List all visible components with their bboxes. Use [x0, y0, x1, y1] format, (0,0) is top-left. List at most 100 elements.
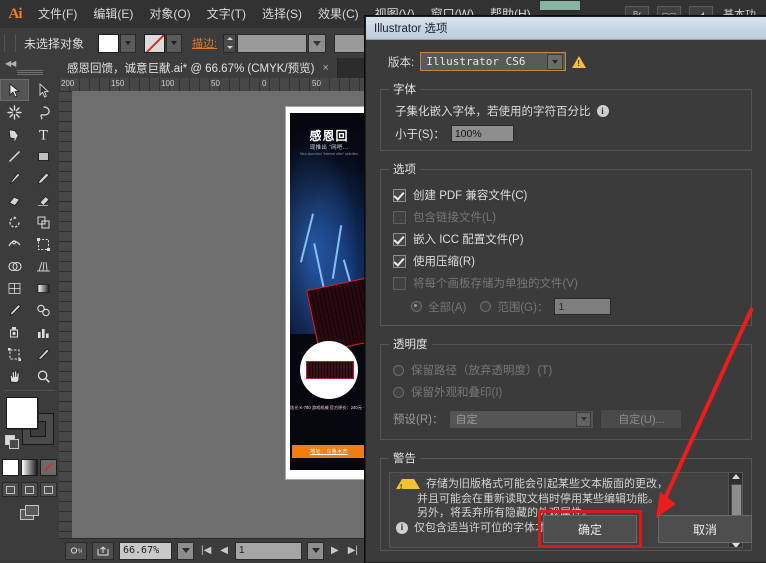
gradient-tool[interactable] [29, 277, 58, 299]
artboard[interactable]: 感恩回 现推出 “网吧... New launched "Internet af… [285, 106, 373, 480]
drawing-mode-behind-icon[interactable] [21, 482, 38, 497]
direct-selection-tool[interactable] [29, 79, 58, 101]
warning-line-1: 存储为旧版格式可能会引起某些文本版面的更改， [396, 477, 736, 496]
drawing-mode-inside-icon[interactable] [40, 482, 57, 497]
free-transform-tool[interactable] [29, 233, 58, 255]
control-bar-grip[interactable] [4, 34, 16, 52]
shape-builder-tool[interactable] [0, 255, 29, 277]
menu-file[interactable]: 文件(F) [30, 1, 85, 27]
line-segment-tool[interactable] [0, 145, 29, 167]
radio-range-icon [480, 301, 492, 312]
less-than-row: 小于(S)： 100% [395, 125, 743, 142]
color-mode-flat-icon[interactable] [2, 459, 19, 476]
menu-select[interactable]: 选择(S) [254, 1, 310, 27]
rectangle-tool[interactable] [29, 145, 58, 167]
toolbox-collapse-button[interactable]: ◀◀ [0, 58, 59, 68]
radio-preserve-paths: 保留路径（放弃透明度）(T) [393, 362, 743, 378]
checkbox-label: 将每个画板存储为单独的文件(V) [413, 278, 578, 290]
illustrator-options-dialog: Illustrator 选项 版本: Illustrator CS6 字体 子集… [365, 16, 766, 563]
column-graph-tool[interactable] [29, 321, 58, 343]
version-select[interactable]: Illustrator CS6 [420, 52, 567, 71]
prev-artboard-button[interactable]: ◀ [218, 545, 230, 556]
artboard-number-field[interactable]: 1 [235, 541, 302, 560]
magic-wand-tool[interactable] [0, 101, 29, 123]
pen-tool[interactable] [0, 123, 29, 145]
toolbox-divider [4, 390, 55, 391]
stroke-dropdown-button[interactable] [166, 33, 183, 53]
checkbox-create-pdf-compatible[interactable]: 创建 PDF 兼容文件(C) [393, 187, 743, 203]
stroke-weight-stepper[interactable] [223, 33, 237, 53]
first-artboard-button[interactable]: |◀ [199, 545, 213, 556]
scale-tool[interactable] [29, 211, 58, 233]
rotate-tool[interactable] [0, 211, 29, 233]
fill-dropdown-button[interactable] [120, 33, 137, 53]
color-mode-gradient-icon[interactable] [21, 459, 38, 476]
artboard-number-dropdown[interactable] [307, 541, 324, 560]
menu-object[interactable]: 对象(O) [141, 1, 198, 27]
lasso-tool[interactable] [29, 101, 58, 123]
next-artboard-button[interactable]: ▶ [329, 545, 341, 556]
artboard-range-row: 全部(A) 范围(G)： 1 [411, 298, 743, 315]
selection-tool[interactable] [0, 79, 29, 101]
type-tool[interactable]: T [29, 123, 58, 145]
blob-brush-tool[interactable] [0, 189, 29, 211]
stroke-color-swatch[interactable] [144, 33, 166, 53]
color-mode-row [0, 459, 59, 476]
menu-effect[interactable]: 效果(C) [310, 1, 367, 27]
color-mode-none-icon[interactable] [40, 459, 57, 476]
stroke-weight-label[interactable]: 描边: [192, 35, 217, 51]
fill-stroke-indicator [0, 395, 59, 457]
transparency-group-legend: 透明度 [393, 339, 428, 351]
stroke-weight-dropdown[interactable] [308, 33, 327, 53]
last-artboard-button[interactable]: ▶| [346, 545, 360, 556]
tool-grid: T [0, 79, 59, 387]
close-icon[interactable]: × [322, 62, 328, 74]
document-tab[interactable]: 感恩回馈，诚意巨献.ai* @ 66.67% (CMYK/预览) × [59, 58, 338, 78]
scroll-up-icon[interactable] [731, 474, 740, 479]
toolbox-drag-grip[interactable] [16, 70, 43, 75]
default-fill-stroke-icon[interactable] [5, 435, 19, 449]
ruler-label-0: 200 [61, 79, 75, 88]
hand-tool[interactable] [0, 365, 29, 387]
symbol-sprayer-tool[interactable] [0, 321, 29, 343]
width-tool[interactable] [0, 233, 29, 255]
dialog-button-row: 确定 取消 [538, 510, 752, 548]
blend-tool[interactable] [29, 299, 58, 321]
zoom-tool[interactable] [29, 365, 58, 387]
subset-text: 子集化嵌入字体，若使用的字符百分比 [395, 106, 591, 118]
menu-type[interactable]: 文字(T) [199, 1, 254, 27]
zoom-level-field[interactable]: 66.67% [119, 541, 172, 560]
ok-button[interactable]: 确定 [543, 515, 637, 543]
mesh-tool[interactable] [0, 277, 29, 299]
info-icon[interactable]: i [596, 105, 609, 117]
preset-select: 自定 [449, 409, 595, 429]
checkbox-icon [393, 210, 406, 224]
fill-color-box[interactable] [6, 397, 38, 429]
dialog-title-bar[interactable]: Illustrator 选项 [366, 17, 766, 40]
ruler-label-2: 100 [161, 79, 175, 88]
less-than-input[interactable]: 100% [450, 125, 514, 142]
checkbox-embed-icc-profile[interactable]: 嵌入 ICC 配置文件(P) [393, 231, 743, 247]
drawing-mode-normal-icon[interactable] [2, 482, 19, 497]
preflight-icon[interactable]: % [65, 541, 87, 560]
dialog-title: Illustrator 选项 [374, 23, 448, 35]
paintbrush-tool[interactable] [0, 167, 29, 189]
stroke-weight-field[interactable] [237, 33, 308, 53]
eraser-tool[interactable] [29, 189, 58, 211]
slice-tool[interactable] [29, 343, 58, 365]
vertical-ruler[interactable] [59, 91, 73, 538]
share-on-behance-icon[interactable] [92, 541, 114, 560]
fill-color-swatch[interactable] [98, 33, 120, 53]
warning-triangle-icon [396, 479, 420, 496]
cancel-button[interactable]: 取消 [658, 515, 752, 543]
checkbox-use-compression[interactable]: 使用压缩(R) [393, 253, 743, 269]
zoom-level-dropdown[interactable] [177, 541, 194, 560]
menu-edit[interactable]: 编辑(E) [85, 1, 141, 27]
screen-mode-button[interactable] [0, 505, 59, 521]
pencil-tool[interactable] [29, 167, 58, 189]
indicator-chip [539, 0, 581, 11]
eyedropper-tool[interactable] [0, 299, 29, 321]
perspective-grid-tool[interactable] [29, 255, 58, 277]
artboard-tool[interactable] [0, 343, 29, 365]
checkbox-icon [393, 188, 406, 202]
